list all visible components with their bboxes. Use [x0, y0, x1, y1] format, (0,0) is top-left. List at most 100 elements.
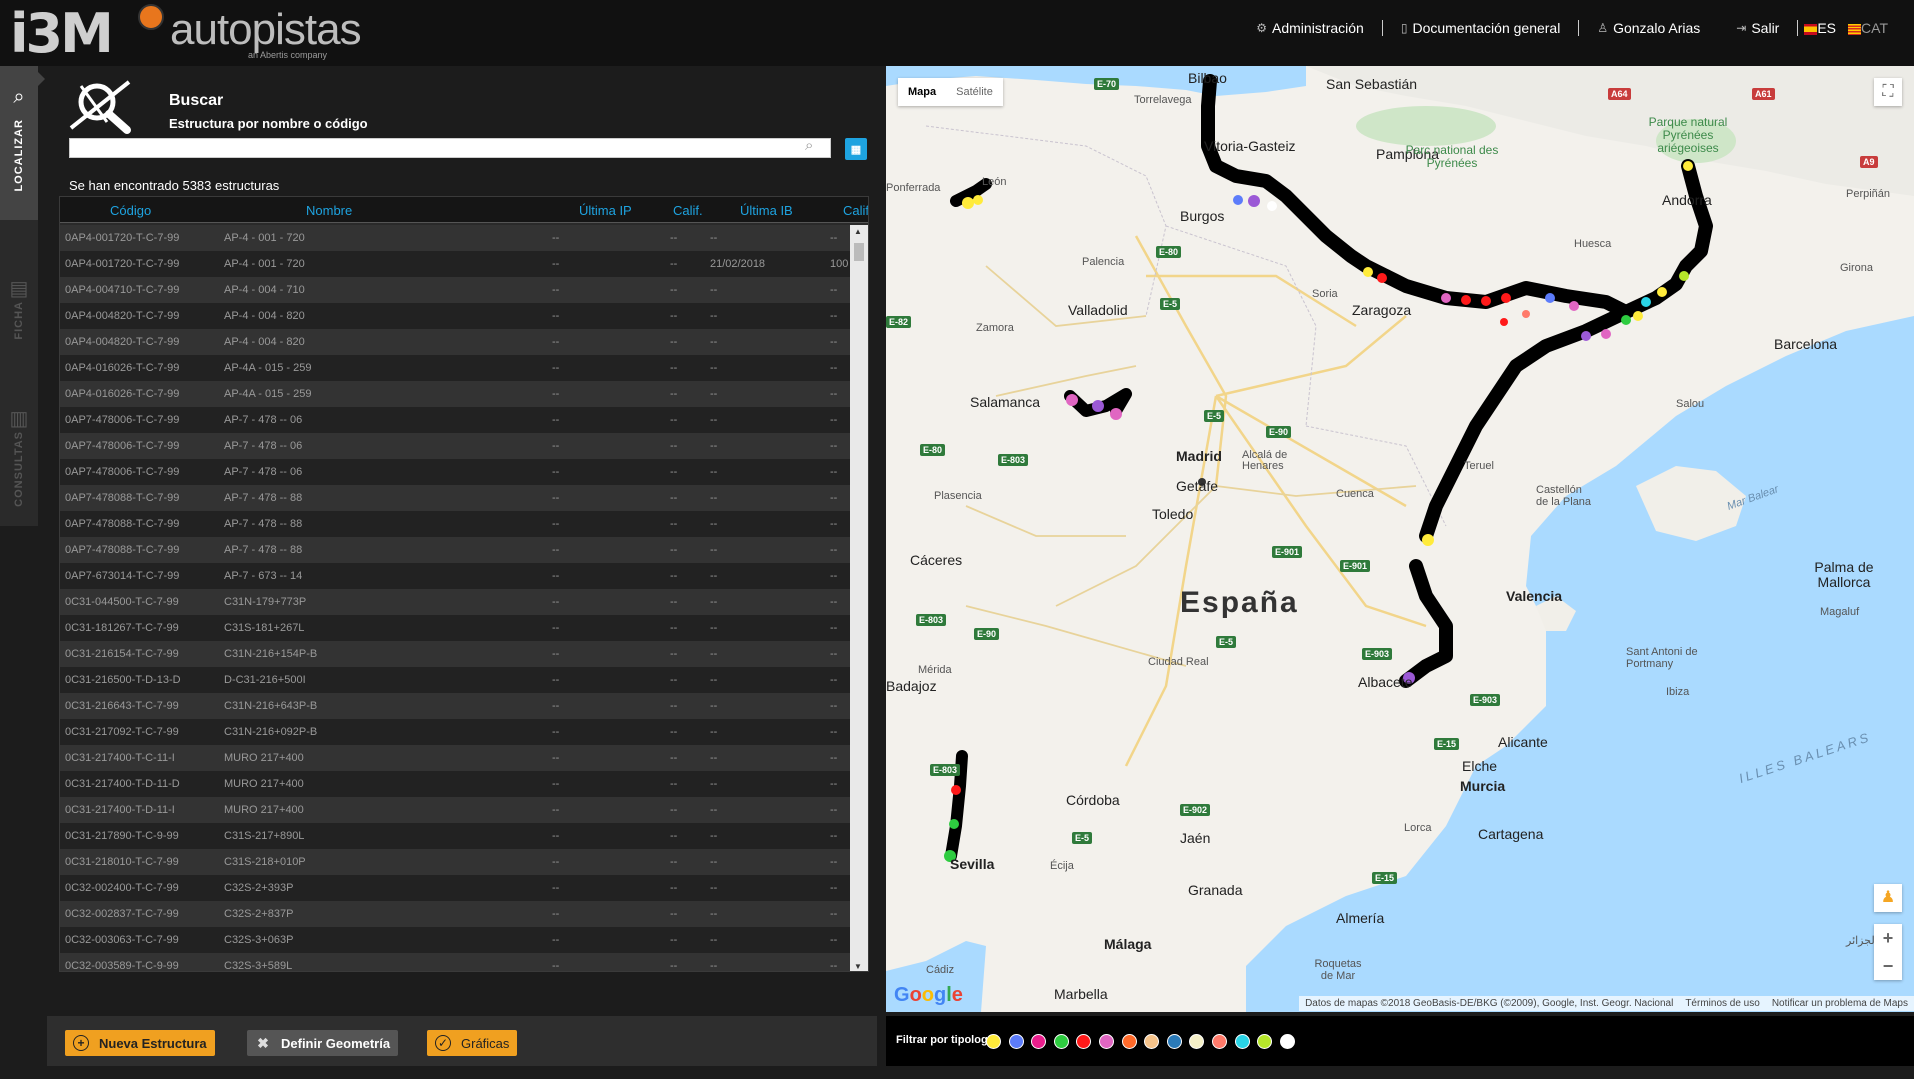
cell-calif-ip: --: [670, 648, 678, 660]
terms-link[interactable]: Términos de uso: [1685, 998, 1759, 1009]
cell-nombre: AP-4A - 015 - 259: [224, 388, 312, 400]
filter-type-dot[interactable]: [1189, 1034, 1205, 1049]
logout-icon: ⇥: [1736, 21, 1747, 35]
table-row[interactable]: 0C32-002837-T-C-7-99 C32S-2+837P -- -- -- --: [60, 901, 850, 927]
filter-type-dot[interactable]: [1257, 1034, 1273, 1049]
table-row[interactable]: 0C31-044500-T-C-7-99 C31N-179+773P -- -- -- -…: [60, 589, 850, 615]
cell-ultima-ib: --: [710, 700, 718, 712]
table-row[interactable]: 0AP7-478088-T-C-7-99 AP-7 - 478 -- 88 -- --…: [60, 485, 850, 511]
cell-calif-ip: --: [670, 596, 678, 608]
filter-type-dot[interactable]: [986, 1034, 1001, 1049]
filter-type-dot[interactable]: [1166, 1034, 1182, 1049]
scroll-thumb[interactable]: [854, 243, 864, 261]
map-type-map-button[interactable]: Mapa: [898, 78, 946, 106]
table-row[interactable]: 0C31-218010-T-C-7-99 C31S-218+010P -- -- -- -…: [60, 849, 850, 875]
table-row[interactable]: 0C31-181267-T-C-7-99 C31S-181+267L -- -- -- -…: [60, 615, 850, 641]
table-scrollbar[interactable]: ▲ ▼: [850, 225, 868, 971]
map-label-alicante: Alicante: [1498, 734, 1548, 750]
cell-calif-ib: --: [830, 882, 838, 894]
zoom-out-button[interactable]: −: [1874, 952, 1902, 980]
table-row[interactable]: 0AP4-004820-T-C-7-99 AP-4 - 004 - 820 -- --…: [60, 329, 850, 355]
col-calif-ib[interactable]: Calif.: [843, 203, 868, 218]
define-geometry-button[interactable]: ✖ Definir Geometría: [247, 1030, 399, 1056]
table-row[interactable]: 0C32-002400-T-C-7-99 C32S-2+393P -- -- -- --: [60, 875, 850, 901]
col-calif-ip[interactable]: Calif.: [673, 203, 703, 218]
filter-type-dot[interactable]: [1121, 1034, 1137, 1049]
cell-ultima-ib: --: [710, 388, 718, 400]
cell-codigo: 0AP7-478006-T-C-7-99: [65, 414, 180, 426]
table-row[interactable]: 0AP7-478006-T-C-7-99 AP-7 - 478 -- 06 -- --…: [60, 407, 850, 433]
lang-es-button[interactable]: ES: [1798, 20, 1842, 36]
col-nombre[interactable]: Nombre: [306, 203, 352, 218]
cell-calif-ib: --: [830, 388, 838, 400]
table-row[interactable]: 0AP4-004710-T-C-7-99 AP-4 - 004 - 710 -- --…: [60, 277, 850, 303]
scroll-down-icon[interactable]: ▼: [854, 962, 862, 971]
nav-user-link[interactable]: ♙ Gonzalo Arias: [1579, 20, 1718, 36]
table-row[interactable]: 0C31-216643-T-C-7-99 C31N-216+643P-B -- -- -…: [60, 693, 850, 719]
map-type-satellite-button[interactable]: Satélite: [946, 78, 1003, 106]
table-row[interactable]: 0C31-217890-T-C-9-99 C31S-217+890L -- -- -- -…: [60, 823, 850, 849]
map-label-castellon: Castellón de la Plana: [1536, 484, 1592, 508]
table-row[interactable]: 0AP4-004820-T-C-7-99 AP-4 - 004 - 820 -- --…: [60, 303, 850, 329]
charts-button[interactable]: ✓ Gráficas: [427, 1030, 518, 1056]
cell-calif-ip: --: [670, 726, 678, 738]
filter-type-dot[interactable]: [1008, 1034, 1024, 1049]
table-row[interactable]: 0C31-216154-T-C-7-99 C31N-216+154P-B -- -- -…: [60, 641, 850, 667]
filter-type-dot[interactable]: [1144, 1034, 1160, 1049]
nav-logout-link[interactable]: ⇥ Salir: [1718, 20, 1797, 36]
nav-docs-link[interactable]: ▯ Documentación general: [1383, 20, 1578, 36]
cell-ultima-ib: --: [710, 362, 718, 374]
cell-nombre: MURO 217+400: [224, 804, 304, 816]
search-input[interactable]: [69, 138, 831, 158]
table-row[interactable]: 0C31-217400-T-D-11-I MURO 217+400 -- -- -- --: [60, 797, 850, 823]
tab-consultas[interactable]: ▥ CONSULTAS: [0, 386, 38, 526]
table-row[interactable]: 0C31-217092-T-C-7-99 C31N-216+092P-B -- -- -…: [60, 719, 850, 745]
new-structure-button[interactable]: + Nueva Estructura: [65, 1030, 215, 1056]
filter-type-dot[interactable]: [1234, 1034, 1250, 1049]
fullscreen-button[interactable]: ⛶: [1874, 78, 1902, 106]
table-row[interactable]: 0C32-003589-T-C-9-99 C32S-3+589L -- -- -- --: [60, 953, 850, 971]
table-row[interactable]: 0C31-217400-T-D-11-D MURO 217+400 -- -- -- --: [60, 771, 850, 797]
search-icon[interactable]: ⌕: [805, 137, 813, 154]
report-link[interactable]: Notificar un problema de Maps: [1772, 998, 1908, 1009]
map-canvas: [886, 66, 1914, 1012]
table-row[interactable]: 0AP4-016026-T-C-7-99 AP-4A - 015 - 259 -- -…: [60, 381, 850, 407]
table-row[interactable]: 0AP7-478088-T-C-7-99 AP-7 - 478 -- 88 -- --…: [60, 537, 850, 563]
table-row[interactable]: 0C32-003063-T-C-7-99 C32S-3+063P -- -- -- --: [60, 927, 850, 953]
nav-admin-link[interactable]: ⚙ Administración: [1238, 20, 1382, 36]
tab-localizar[interactable]: ⌕ LOCALIZAR: [0, 66, 38, 220]
filter-type-dot[interactable]: [1076, 1034, 1092, 1049]
zoom-in-button[interactable]: +: [1874, 924, 1902, 952]
export-excel-button[interactable]: ▦: [845, 138, 867, 160]
filter-type-dot[interactable]: [1212, 1034, 1227, 1049]
filter-type-dot[interactable]: [1031, 1034, 1047, 1049]
tab-ficha[interactable]: ▤ FICHA: [0, 256, 38, 406]
table-row[interactable]: 0AP4-001720-T-C-7-99 AP-4 - 001 - 720 -- --…: [60, 251, 850, 277]
lang-cat-button[interactable]: CAT: [1842, 20, 1894, 36]
fullscreen-icon: ⛶: [1882, 83, 1894, 100]
google-logo[interactable]: Google: [894, 984, 963, 1007]
filter-type-dot[interactable]: [1099, 1034, 1114, 1049]
filter-type-dot[interactable]: [1279, 1034, 1295, 1049]
cell-nombre: MURO 217+400: [224, 778, 304, 790]
table-row[interactable]: 0AP7-673014-T-C-7-99 AP-7 - 673 -- 14 -- --…: [60, 563, 850, 589]
table-row[interactable]: 0AP7-478088-T-C-7-99 AP-7 - 478 -- 88 -- --…: [60, 511, 850, 537]
table-row[interactable]: 0C31-216500-T-D-13-D D-C31-216+500I -- -- --…: [60, 667, 850, 693]
map-label-marbella: Marbella: [1054, 986, 1108, 1002]
cell-ultima-ib: --: [710, 492, 718, 504]
col-codigo[interactable]: Código: [110, 203, 151, 218]
table-row[interactable]: 0AP7-478006-T-C-7-99 AP-7 - 478 -- 06 -- --…: [60, 433, 850, 459]
filter-type-dot[interactable]: [1053, 1034, 1069, 1049]
cell-codigo: 0AP7-673014-T-C-7-99: [65, 570, 180, 582]
col-ultima-ib[interactable]: Última IB: [740, 203, 793, 218]
table-row[interactable]: 0AP4-001720-T-C-7-99 AP-4 - 001 - 720 -- --…: [60, 225, 850, 251]
street-view-pegman[interactable]: ♟: [1874, 884, 1902, 912]
scroll-up-icon[interactable]: ▲: [854, 227, 862, 236]
col-ultima-ip[interactable]: Última IP: [579, 203, 632, 218]
table-row[interactable]: 0C31-217400-T-C-11-I MURO 217+400 -- -- -- --: [60, 745, 850, 771]
map-label-girona: Girona: [1840, 262, 1874, 274]
table-row[interactable]: 0AP4-016026-T-C-7-99 AP-4A - 015 - 259 -- -…: [60, 355, 850, 381]
map-view[interactable]: Bilbao San Sebastián Torrelavega Vitoria…: [886, 66, 1914, 1012]
table-row[interactable]: 0AP7-478006-T-C-7-99 AP-7 - 478 -- 06 -- --…: [60, 459, 850, 485]
map-label-parque: Parque natural Pyrénées ariégeoises: [1648, 115, 1728, 155]
